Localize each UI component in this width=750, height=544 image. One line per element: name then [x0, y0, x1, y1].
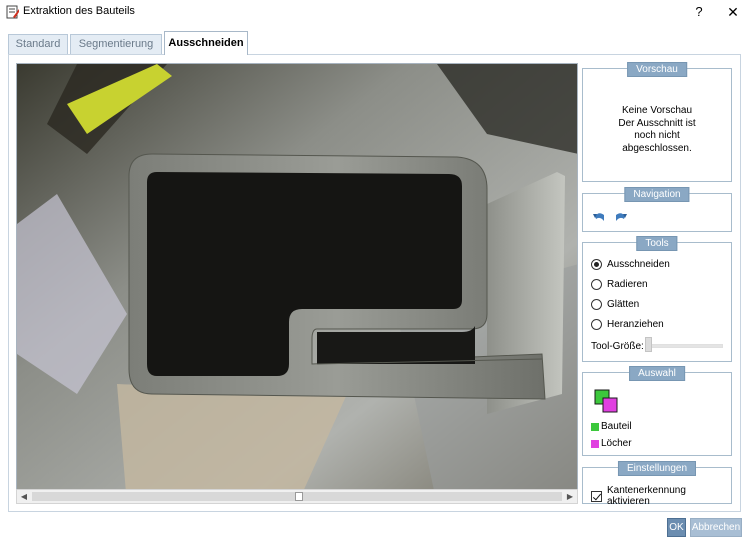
radio-glaetten[interactable]: [591, 298, 602, 310]
tool-option-glaetten[interactable]: Glätten: [591, 296, 639, 312]
app-icon: [6, 5, 19, 19]
navigation-group: Navigation: [582, 187, 732, 232]
preview-title: Vorschau: [627, 62, 687, 77]
help-button[interactable]: ?: [690, 3, 708, 21]
tool-label-glaetten: Glätten: [607, 298, 640, 310]
scroll-thumb[interactable]: [295, 492, 303, 501]
preview-line-1: Keine Vorschau: [621, 105, 693, 116]
redo-icon[interactable]: [614, 211, 628, 223]
preview-message: Keine Vorschau Der Ausschnitt ist noch n…: [583, 105, 731, 155]
radio-radieren[interactable]: [591, 278, 602, 290]
loecher-swatch: [591, 439, 599, 448]
profile-photo: [17, 64, 577, 503]
tool-size-label: Tool-Größe:: [591, 341, 644, 352]
tool-size-track[interactable]: [645, 344, 723, 348]
preview-line-3: noch nicht: [634, 130, 680, 141]
ok-button[interactable]: OK: [667, 518, 686, 537]
scroll-right-icon[interactable]: ▶: [563, 490, 577, 503]
tab-segmentierung[interactable]: Segmentierung: [70, 34, 162, 54]
tools-title: Tools: [636, 236, 678, 251]
window-title: Extraktion des Bauteils: [23, 5, 135, 17]
edge-detection-checkbox[interactable]: [591, 490, 602, 502]
tools-group: Tools Ausschneiden Radieren Glätten Hera…: [582, 236, 732, 362]
tool-option-ausschneiden[interactable]: Ausschneiden: [591, 256, 670, 272]
radio-ausschneiden[interactable]: [591, 258, 602, 270]
settings-group: Einstellungen Kantenerkennung aktivieren: [582, 461, 732, 507]
undo-icon[interactable]: [592, 211, 606, 223]
image-viewport[interactable]: [16, 63, 578, 504]
tool-size-slider[interactable]: [645, 337, 652, 352]
legend-loecher: Löcher: [591, 438, 632, 449]
tool-option-heranziehen[interactable]: Heranziehen: [591, 316, 664, 332]
tab-standard[interactable]: Standard: [8, 34, 68, 54]
preview-line-2: Der Ausschnitt ist: [618, 117, 696, 129]
bauteil-swatch: [591, 422, 599, 431]
title-bar: Extraktion des Bauteils ? ✕: [0, 0, 750, 24]
preview-line-4: abgeschlossen.: [622, 142, 692, 154]
close-button[interactable]: ✕: [724, 3, 742, 21]
edge-detection-label: Kantenerkennung aktivieren: [606, 485, 686, 507]
selection-title: Auswahl: [629, 366, 685, 381]
scroll-left-icon[interactable]: ◀: [17, 490, 31, 503]
tool-option-radieren[interactable]: Radieren: [591, 276, 648, 292]
tool-label-radieren: Radieren: [607, 278, 648, 290]
horizontal-scrollbar[interactable]: ◀ ▶: [16, 489, 578, 504]
preview-group: Vorschau Keine Vorschau Der Ausschnitt i…: [582, 62, 732, 182]
radio-heranziehen[interactable]: [591, 318, 602, 330]
tool-label-ausschneiden: Ausschneiden: [607, 258, 670, 270]
legend-bauteil: Bauteil: [591, 421, 632, 432]
edge-detection-option[interactable]: Kantenerkennung aktivieren: [591, 485, 731, 507]
legend-loecher-label: Löcher: [601, 438, 632, 449]
tool-label-heranziehen: Heranziehen: [607, 318, 664, 330]
legend-bauteil-label: Bauteil: [601, 421, 632, 432]
tab-ausschneiden[interactable]: Ausschneiden: [164, 31, 248, 55]
navigation-title: Navigation: [624, 187, 690, 202]
cancel-button[interactable]: Abbrechen: [690, 518, 742, 537]
color-swap-icon[interactable]: [594, 389, 618, 413]
selection-group: Auswahl Bauteil Löcher: [582, 366, 732, 456]
settings-title: Einstellungen: [617, 461, 697, 476]
dialog-window: Extraktion des Bauteils ? ✕ Standard Seg…: [0, 0, 750, 544]
